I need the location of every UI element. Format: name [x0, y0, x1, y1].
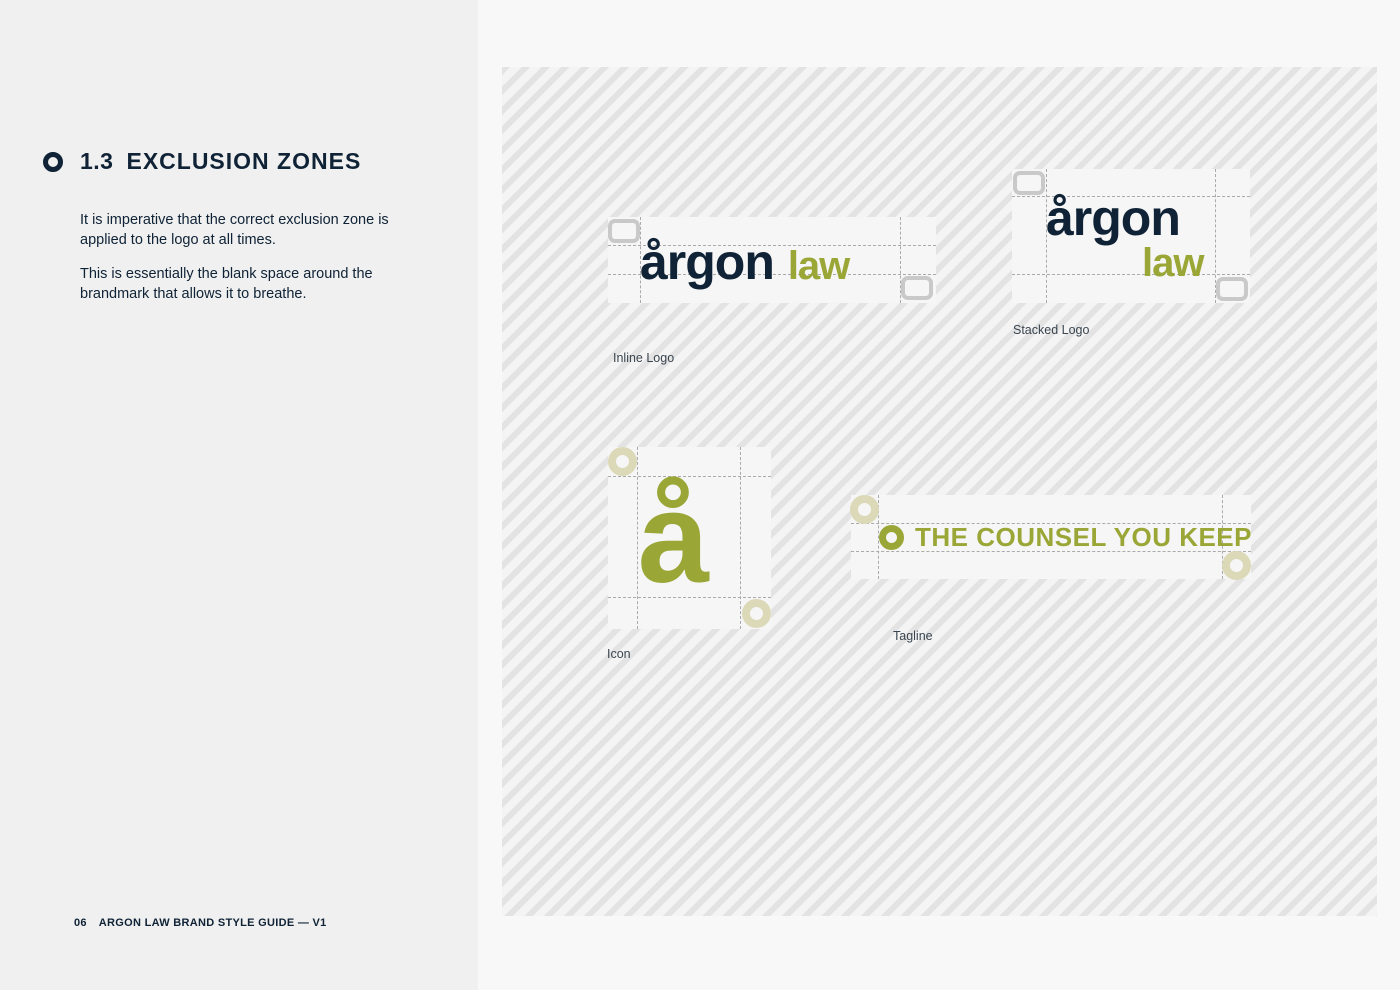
inline-logo: årgon law [640, 234, 850, 290]
left-panel: 1.3 EXCLUSION ZONES It is imperative tha… [0, 0, 478, 990]
exclusion-zone-canvas: årgon law Inline Logo årgon law Stacked … [502, 67, 1377, 916]
ring-marker-icon [850, 495, 879, 524]
ring-bullet-icon [43, 151, 63, 172]
page-footer: 06 ARGON LAW BRAND STYLE GUIDE — V1 [74, 917, 327, 929]
stacked-logo-bottom: law [1142, 241, 1204, 285]
tagline: THE COUNSEL YOU KEEP [879, 522, 1252, 553]
stacked-logo-caption: Stacked Logo [1013, 323, 1090, 337]
logo-word-argon: årgon [1046, 190, 1181, 246]
stacked-logo-top: årgon [1046, 190, 1181, 246]
ring-marker-icon [742, 599, 771, 628]
icon-caption: Icon [607, 647, 631, 661]
logo-word-law: law [787, 244, 850, 288]
page-number: 06 [74, 917, 87, 929]
inline-logo-caption: Inline Logo [613, 351, 675, 365]
logo-word-argon: årgon [640, 234, 775, 290]
tagline-text: THE COUNSEL YOU KEEP [915, 522, 1252, 552]
body-paragraph-2: This is essentially the blank space arou… [80, 266, 373, 302]
rounded-square-marker-icon [1216, 277, 1248, 301]
logo-word-law: law [1142, 241, 1204, 285]
section-number: 1.3 [80, 148, 114, 174]
rounded-square-marker-icon [901, 276, 933, 300]
ring-bullet-icon [879, 525, 904, 550]
tagline-caption: Tagline [893, 629, 933, 643]
rounded-square-marker-icon [608, 219, 640, 243]
section-title: EXCLUSION ZONES [126, 148, 362, 174]
footer-title: ARGON LAW BRAND STYLE GUIDE — V1 [98, 917, 327, 929]
rounded-square-marker-icon [1013, 171, 1045, 195]
ring-marker-icon [1222, 551, 1251, 580]
body-paragraph-1: It is imperative that the correct exclus… [80, 212, 389, 248]
section-heading: 1.3 EXCLUSION ZONES [43, 148, 361, 175]
icon-glyph: å [638, 467, 710, 610]
ring-marker-icon [608, 447, 637, 476]
guide-line [740, 447, 741, 629]
